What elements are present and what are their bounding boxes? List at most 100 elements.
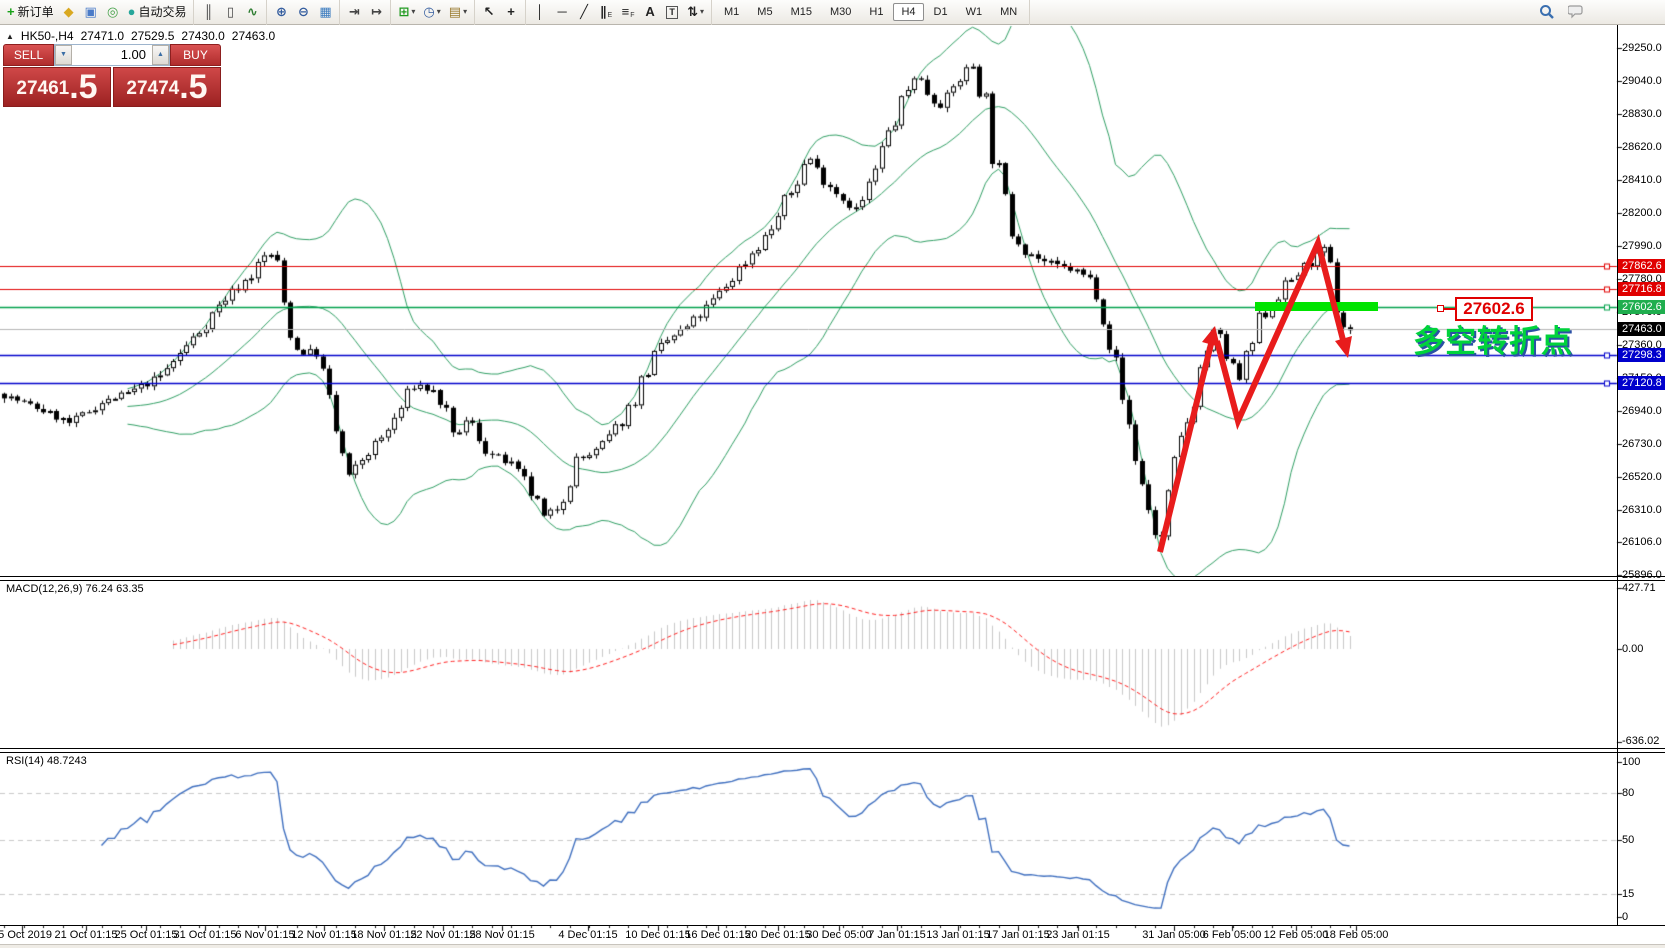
price-tick-label: 26106.0 [1622, 536, 1662, 548]
volume-decrease-button[interactable]: ▼ [55, 45, 72, 65]
zoom-out-icon[interactable]: ⊖ [293, 2, 313, 22]
candlestick-chart-icon[interactable]: ▯ [220, 2, 240, 22]
date-tick-label: 16 Dec 01:15 [685, 929, 750, 941]
date-tick-label: 25 Oct 01:15 [115, 929, 178, 941]
bid-price-label: 27463.0 [1618, 322, 1665, 336]
date-tick-label: 10 Dec 01:15 [625, 929, 690, 941]
signal-icon[interactable]: ◎ [103, 2, 123, 22]
cursor-icon[interactable]: ↖ [479, 2, 499, 22]
buy-price-main: 27474 [126, 74, 179, 104]
volume-increase-button[interactable]: ▲ [152, 45, 169, 65]
rsi-tick-label: 15 [1622, 888, 1634, 900]
auto-scroll-icon[interactable]: ⇥ [344, 2, 364, 22]
resistance-line-label: 27862.6 [1618, 259, 1665, 273]
timeframe-h4[interactable]: H4 [893, 3, 923, 21]
price-tick-label: 26940.0 [1622, 405, 1662, 417]
text-label-icon[interactable]: T [662, 2, 682, 22]
price-tick-label: 28830.0 [1622, 108, 1662, 120]
fibonacci-icon[interactable]: ≡F [618, 2, 638, 22]
buy-price-button[interactable]: 27474 .5 [113, 67, 221, 107]
templates-icon[interactable]: ▤▾ [446, 2, 470, 22]
chevron-down-icon: ▾ [437, 3, 441, 21]
chat-icon[interactable] [1567, 2, 1587, 22]
autotrade-icon[interactable]: ●自动交易 [125, 2, 190, 22]
toolbar-right [1537, 2, 1587, 22]
time-axis-line [0, 925, 1665, 926]
macd-axis-bottom: -636.02 [1622, 735, 1659, 747]
ohlc-close: 27463.0 [232, 29, 275, 43]
date-tick-label: 12 Nov 01:15 [291, 929, 356, 941]
timeframe-m1[interactable]: M1 [716, 3, 747, 21]
price-callout-connector [1444, 308, 1455, 310]
periods-icon[interactable]: ◷▾ [420, 2, 443, 22]
timeframe-mn[interactable]: MN [992, 3, 1025, 21]
tile-windows-icon[interactable]: ▦ [315, 2, 335, 22]
price-tick-label: 28410.0 [1622, 174, 1662, 186]
date-tick-label: 30 Dec 05:00 [806, 929, 871, 941]
macd-value-signal: 63.35 [116, 583, 144, 595]
sell-price-button[interactable]: 27461 .5 [3, 67, 111, 107]
text-icon[interactable]: A [640, 2, 660, 22]
timeframe-m30[interactable]: M30 [822, 3, 859, 21]
price-callout-handle[interactable] [1437, 305, 1444, 312]
price-tick-label: 26730.0 [1622, 438, 1662, 450]
price-tick-label: 28200.0 [1622, 207, 1662, 219]
turning-zone-bar[interactable] [1255, 302, 1378, 311]
date-tick-label: 17 Jan 01:15 [986, 929, 1050, 941]
buy-button[interactable]: BUY [170, 44, 221, 66]
trendline-icon[interactable]: ╱ [574, 2, 594, 22]
chart-ohlc-header: ▲ HK50-,H4 27471.0 27529.5 27430.0 27463… [6, 29, 275, 43]
timeframe-m5[interactable]: M5 [749, 3, 780, 21]
date-tick-label: 28 Nov 01:15 [469, 929, 534, 941]
price-tick-label: 29040.0 [1622, 75, 1662, 87]
charts-window-icon[interactable]: ▣ [81, 2, 101, 22]
date-tick-label: 6 Nov 01:15 [235, 929, 294, 941]
line-chart-icon[interactable]: ∿ [242, 2, 262, 22]
toolbar-group: ⇥↦ [340, 0, 391, 25]
rsi-value: 48.7243 [47, 755, 87, 767]
panel-collapse-icon[interactable]: ▲ [6, 32, 14, 41]
crosshair-icon[interactable]: + [501, 2, 521, 22]
date-tick-label: 22 Nov 01:15 [410, 929, 475, 941]
market-icon[interactable]: ◆ [59, 2, 79, 22]
sell-button[interactable]: SELL [3, 44, 54, 66]
vertical-line-icon[interactable]: │ [530, 2, 550, 22]
volume-input[interactable]: 1.00 [72, 45, 152, 65]
rsi-tick-label: 80 [1622, 787, 1634, 799]
date-tick-label: 20 Dec 01:15 [745, 929, 810, 941]
date-tick-label: 7 Jan 01:15 [868, 929, 926, 941]
status-bar-edge [0, 944, 1665, 948]
chevron-down-icon: ▾ [463, 3, 467, 21]
price-chart-canvas[interactable] [0, 0, 1665, 948]
timeframe-m15[interactable]: M15 [783, 3, 820, 21]
arrows-icon[interactable]: ⇅▾ [684, 2, 707, 22]
autotrade-label: 自动交易 [138, 3, 186, 21]
ohlc-low: 27430.0 [181, 29, 224, 43]
date-tick-label: 31 Jan 05:00 [1142, 929, 1206, 941]
indicators-icon[interactable]: ⊞▾ [395, 2, 418, 22]
new-order-icon[interactable]: +新订单 [4, 2, 57, 22]
macd-value-main: 76.24 [85, 583, 113, 595]
chart-shift-icon[interactable]: ↦ [366, 2, 386, 22]
timeframe-h1[interactable]: H1 [861, 3, 891, 21]
rsi-tick-label: 50 [1622, 834, 1634, 846]
support-line-label: 27298.3 [1618, 348, 1665, 362]
timeframe-w1[interactable]: W1 [958, 3, 991, 21]
equidistant-channel-icon[interactable]: ∥E [596, 2, 616, 22]
panel-separator-rsi[interactable] [0, 748, 1665, 753]
panel-separator-macd[interactable] [0, 576, 1665, 581]
macd-axis-top: 427.71 [1622, 582, 1656, 594]
price-tick-label: 28620.0 [1622, 141, 1662, 153]
date-tick-label: 15 Oct 2019 [0, 929, 52, 941]
date-tick-label: 21 Oct 01:15 [55, 929, 118, 941]
zoom-in-icon[interactable]: ⊕ [271, 2, 291, 22]
bar-chart-icon[interactable]: ║ [198, 2, 218, 22]
turning-point-note[interactable]: 多空转折点 [1413, 316, 1573, 361]
timeframe-d1[interactable]: D1 [926, 3, 956, 21]
search-icon[interactable] [1537, 2, 1557, 22]
support-line-label: 27602.6 [1618, 300, 1665, 314]
horizontal-line-icon[interactable]: ─ [552, 2, 572, 22]
support-line-label: 27120.8 [1618, 376, 1665, 390]
date-tick-label: 13 Jan 01:15 [926, 929, 990, 941]
date-tick-label: 6 Feb 05:00 [1203, 929, 1262, 941]
